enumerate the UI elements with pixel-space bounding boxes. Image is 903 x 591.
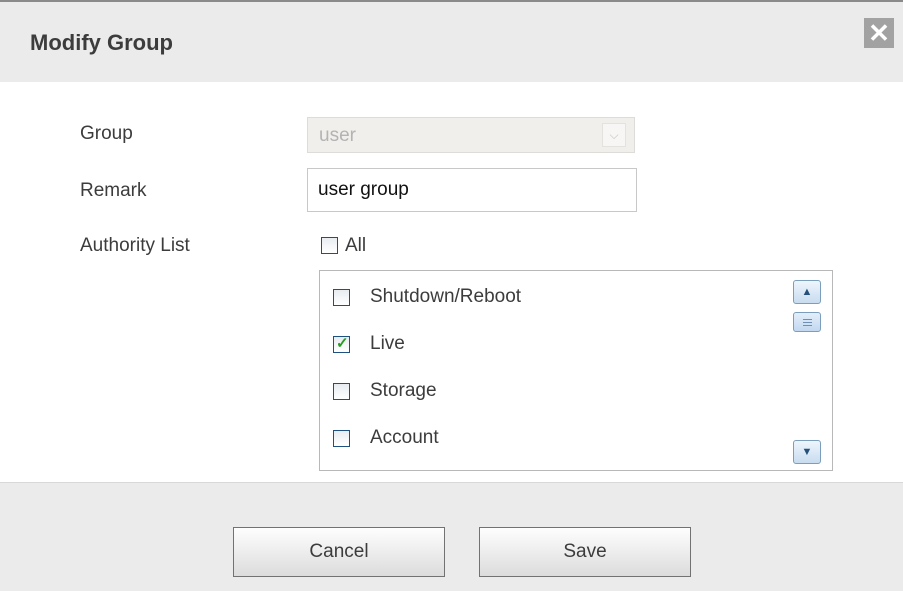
group-label: Group bbox=[80, 123, 133, 144]
dialog-footer bbox=[0, 482, 903, 591]
group-select-value: user bbox=[319, 125, 356, 146]
thumb-grip bbox=[803, 319, 812, 320]
chevron-down-icon[interactable]: ⌵ bbox=[602, 123, 626, 147]
all-checkbox[interactable] bbox=[321, 237, 338, 254]
group-select[interactable]: user ⌵ bbox=[307, 117, 635, 153]
thumb-grip bbox=[803, 322, 812, 323]
cancel-button[interactable]: Cancel bbox=[233, 527, 445, 577]
close-icon: ✕ bbox=[868, 18, 890, 48]
authority-item-label: Account bbox=[370, 427, 439, 448]
all-checkbox-label: All bbox=[345, 235, 367, 256]
authority-checkbox-account[interactable] bbox=[333, 430, 350, 447]
authority-checkbox-shutdown-reboot[interactable] bbox=[333, 289, 350, 306]
authority-list-label: Authority List bbox=[80, 235, 190, 256]
authority-item-label: Live bbox=[370, 333, 405, 354]
authority-checkbox-storage[interactable] bbox=[333, 383, 350, 400]
dialog-title: Modify Group bbox=[30, 30, 173, 55]
chevron-up-icon: ▲ bbox=[801, 286, 813, 298]
close-button[interactable]: ✕ bbox=[864, 18, 894, 48]
remark-input[interactable]: user group bbox=[307, 168, 637, 212]
save-button[interactable]: Save bbox=[479, 527, 691, 577]
chevron-down-icon: ▼ bbox=[801, 446, 813, 458]
authority-item-label: Shutdown/Reboot bbox=[370, 286, 522, 307]
scroll-thumb[interactable] bbox=[793, 312, 821, 332]
listbox-scrollbar[interactable]: ▲ ▼ bbox=[791, 271, 831, 470]
thumb-grip bbox=[803, 325, 812, 326]
modify-group-dialog: Modify Group ✕ Group user ⌵ Remark user … bbox=[0, 0, 903, 591]
dialog-titlebar: Modify Group ✕ bbox=[0, 0, 903, 82]
checkmark-icon: ✓ bbox=[336, 335, 349, 352]
remark-label: Remark bbox=[80, 180, 147, 201]
authority-checkbox-live[interactable]: ✓ bbox=[333, 335, 350, 353]
authority-item-label: Storage bbox=[370, 380, 437, 401]
scroll-down-button[interactable]: ▼ bbox=[793, 440, 821, 464]
scroll-up-button[interactable]: ▲ bbox=[793, 280, 821, 304]
